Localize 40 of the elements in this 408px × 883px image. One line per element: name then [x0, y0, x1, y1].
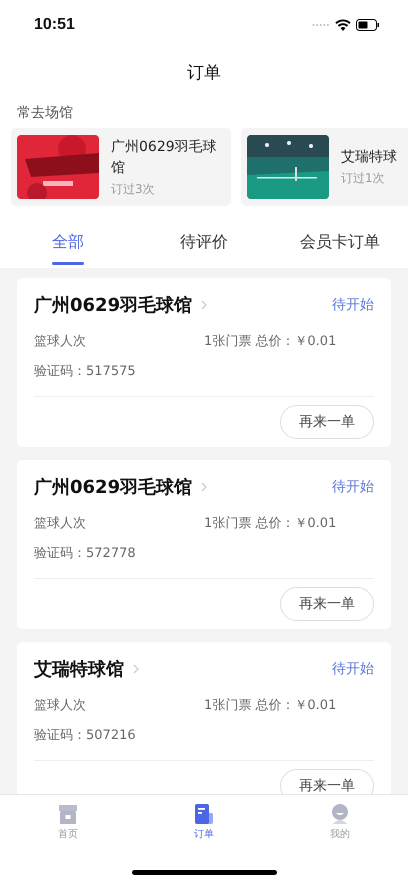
- status-time: 10:51: [34, 16, 75, 34]
- chevron-icon: [201, 300, 208, 310]
- visit-count: 订过3次: [111, 180, 156, 198]
- verification-code: 验证码：572778: [34, 545, 136, 562]
- order-item: 篮球人次: [34, 515, 87, 532]
- user-icon: [329, 803, 351, 825]
- signal-icon: [312, 23, 330, 27]
- venue-name: 广州0629羽毛球馆: [111, 138, 218, 178]
- venue-name: 艾瑞特球: [341, 148, 397, 167]
- order-status: 待开始: [332, 660, 374, 678]
- order-price: 1张门票 总价：￥0.01: [204, 515, 336, 532]
- venue-card[interactable]: 广州0629羽毛球馆 订过3次: [11, 128, 231, 206]
- reorder-button[interactable]: 再来一单: [280, 405, 374, 439]
- chevron-icon: [201, 482, 208, 492]
- section-label: 常去场馆: [16, 104, 74, 123]
- battery-icon: [356, 19, 380, 31]
- venue-name[interactable]: 广州0629羽毛球馆: [34, 293, 192, 317]
- tab[interactable]: 会员卡订单: [272, 216, 408, 268]
- order-status: 待开始: [332, 478, 374, 496]
- visit-count: 订过1次: [341, 170, 386, 187]
- order-item: 篮球人次: [34, 697, 87, 714]
- order-price: 1张门票 总价：￥0.01: [204, 333, 336, 350]
- order-status: 待开始: [332, 296, 374, 314]
- tab-bar-item[interactable]: 订单: [136, 795, 272, 841]
- document-icon: [193, 803, 215, 825]
- reorder-button[interactable]: 再来一单: [280, 769, 374, 795]
- venue-card[interactable]: 艾瑞特球 订过1次: [241, 128, 408, 206]
- reorder-button[interactable]: 再来一单: [280, 587, 374, 621]
- page-title: 订单: [187, 62, 221, 84]
- tab[interactable]: 待评价: [136, 216, 272, 268]
- wifi-icon: [335, 19, 351, 31]
- tab[interactable]: 全部: [0, 216, 136, 268]
- verification-code: 验证码：517575: [34, 363, 136, 380]
- order-item: 篮球人次: [34, 333, 87, 350]
- order-price: 1张门票 总价：￥0.01: [204, 697, 336, 714]
- venue-name[interactable]: 广州0629羽毛球馆: [34, 475, 192, 499]
- store-icon: [57, 803, 79, 825]
- verification-code: 验证码：507216: [34, 727, 136, 744]
- chevron-icon: [133, 664, 139, 674]
- venue-name[interactable]: 艾瑞特球馆: [34, 657, 124, 681]
